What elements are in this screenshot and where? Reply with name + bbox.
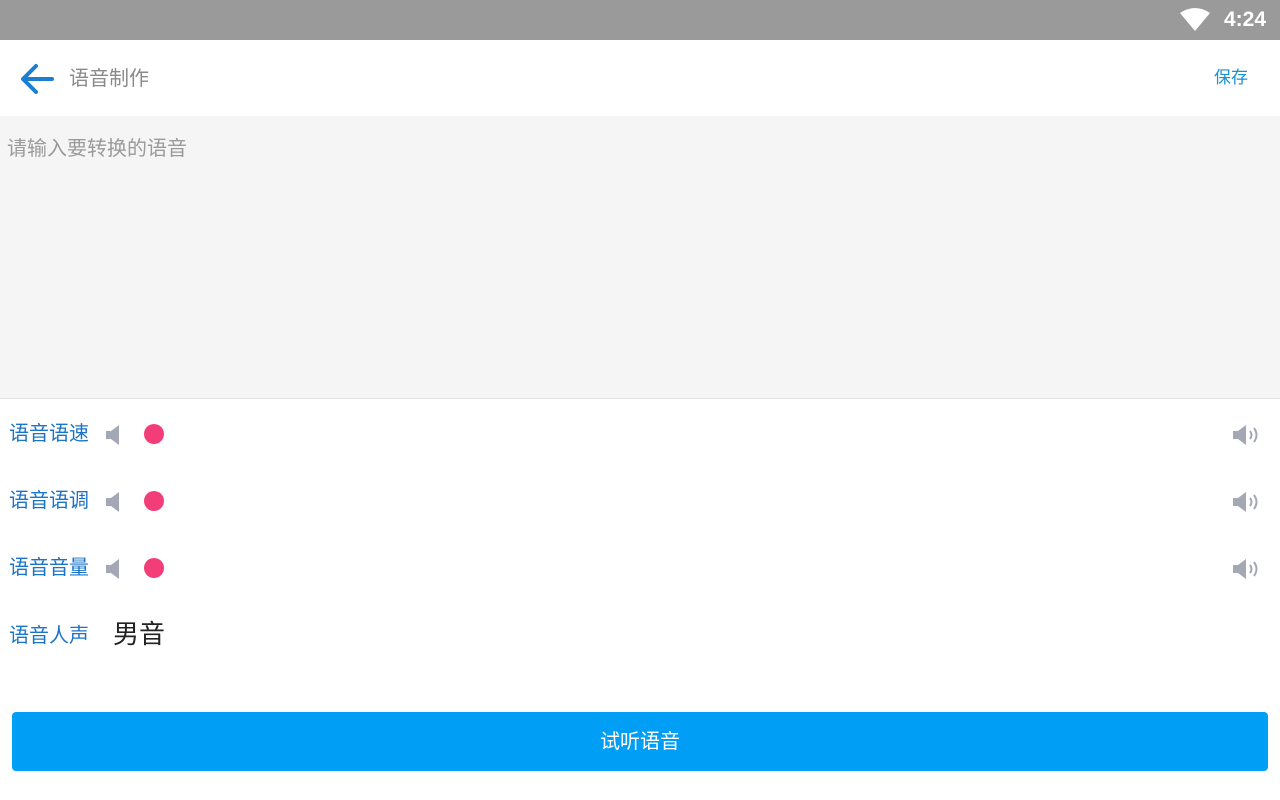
page-title: 语音制作 bbox=[69, 66, 149, 90]
pitch-slider-track[interactable] bbox=[144, 500, 1214, 502]
voice-row: 语音人声 男音 bbox=[0, 614, 1280, 658]
speed-label: 语音语速 bbox=[9, 421, 89, 445]
status-bar: 4:24 bbox=[0, 0, 1280, 40]
voice-label: 语音人声 bbox=[9, 623, 89, 647]
volume-row: 语音音量 bbox=[0, 547, 1280, 587]
arrow-left-icon[interactable] bbox=[18, 60, 56, 98]
volume-high-icon bbox=[1233, 425, 1258, 445]
volume-label: 语音音量 bbox=[9, 555, 89, 579]
app-bar: 语音制作 保存 bbox=[0, 40, 1280, 116]
volume-high-icon bbox=[1233, 492, 1258, 512]
speech-text-input[interactable] bbox=[0, 116, 1280, 398]
volume-low-icon bbox=[106, 425, 119, 445]
speech-text-area bbox=[0, 116, 1280, 399]
listen-button[interactable]: 试听语音 bbox=[12, 712, 1268, 771]
volume-high-icon bbox=[1233, 559, 1258, 579]
speed-slider-thumb[interactable] bbox=[144, 424, 164, 444]
pitch-label: 语音语调 bbox=[9, 488, 89, 512]
volume-slider-track[interactable] bbox=[144, 567, 1214, 569]
save-button[interactable]: 保存 bbox=[1214, 66, 1248, 90]
volume-low-icon bbox=[106, 492, 119, 512]
pitch-slider-thumb[interactable] bbox=[144, 491, 164, 511]
speed-row: 语音语速 bbox=[0, 413, 1280, 453]
status-time: 4:24 bbox=[1223, 8, 1266, 31]
volume-low-icon bbox=[106, 559, 119, 579]
volume-slider-thumb[interactable] bbox=[144, 558, 164, 578]
pitch-row: 语音语调 bbox=[0, 480, 1280, 520]
voice-selector[interactable]: 男音 bbox=[113, 618, 165, 652]
wifi-icon bbox=[1180, 8, 1210, 31]
speed-slider-track[interactable] bbox=[144, 433, 1214, 435]
